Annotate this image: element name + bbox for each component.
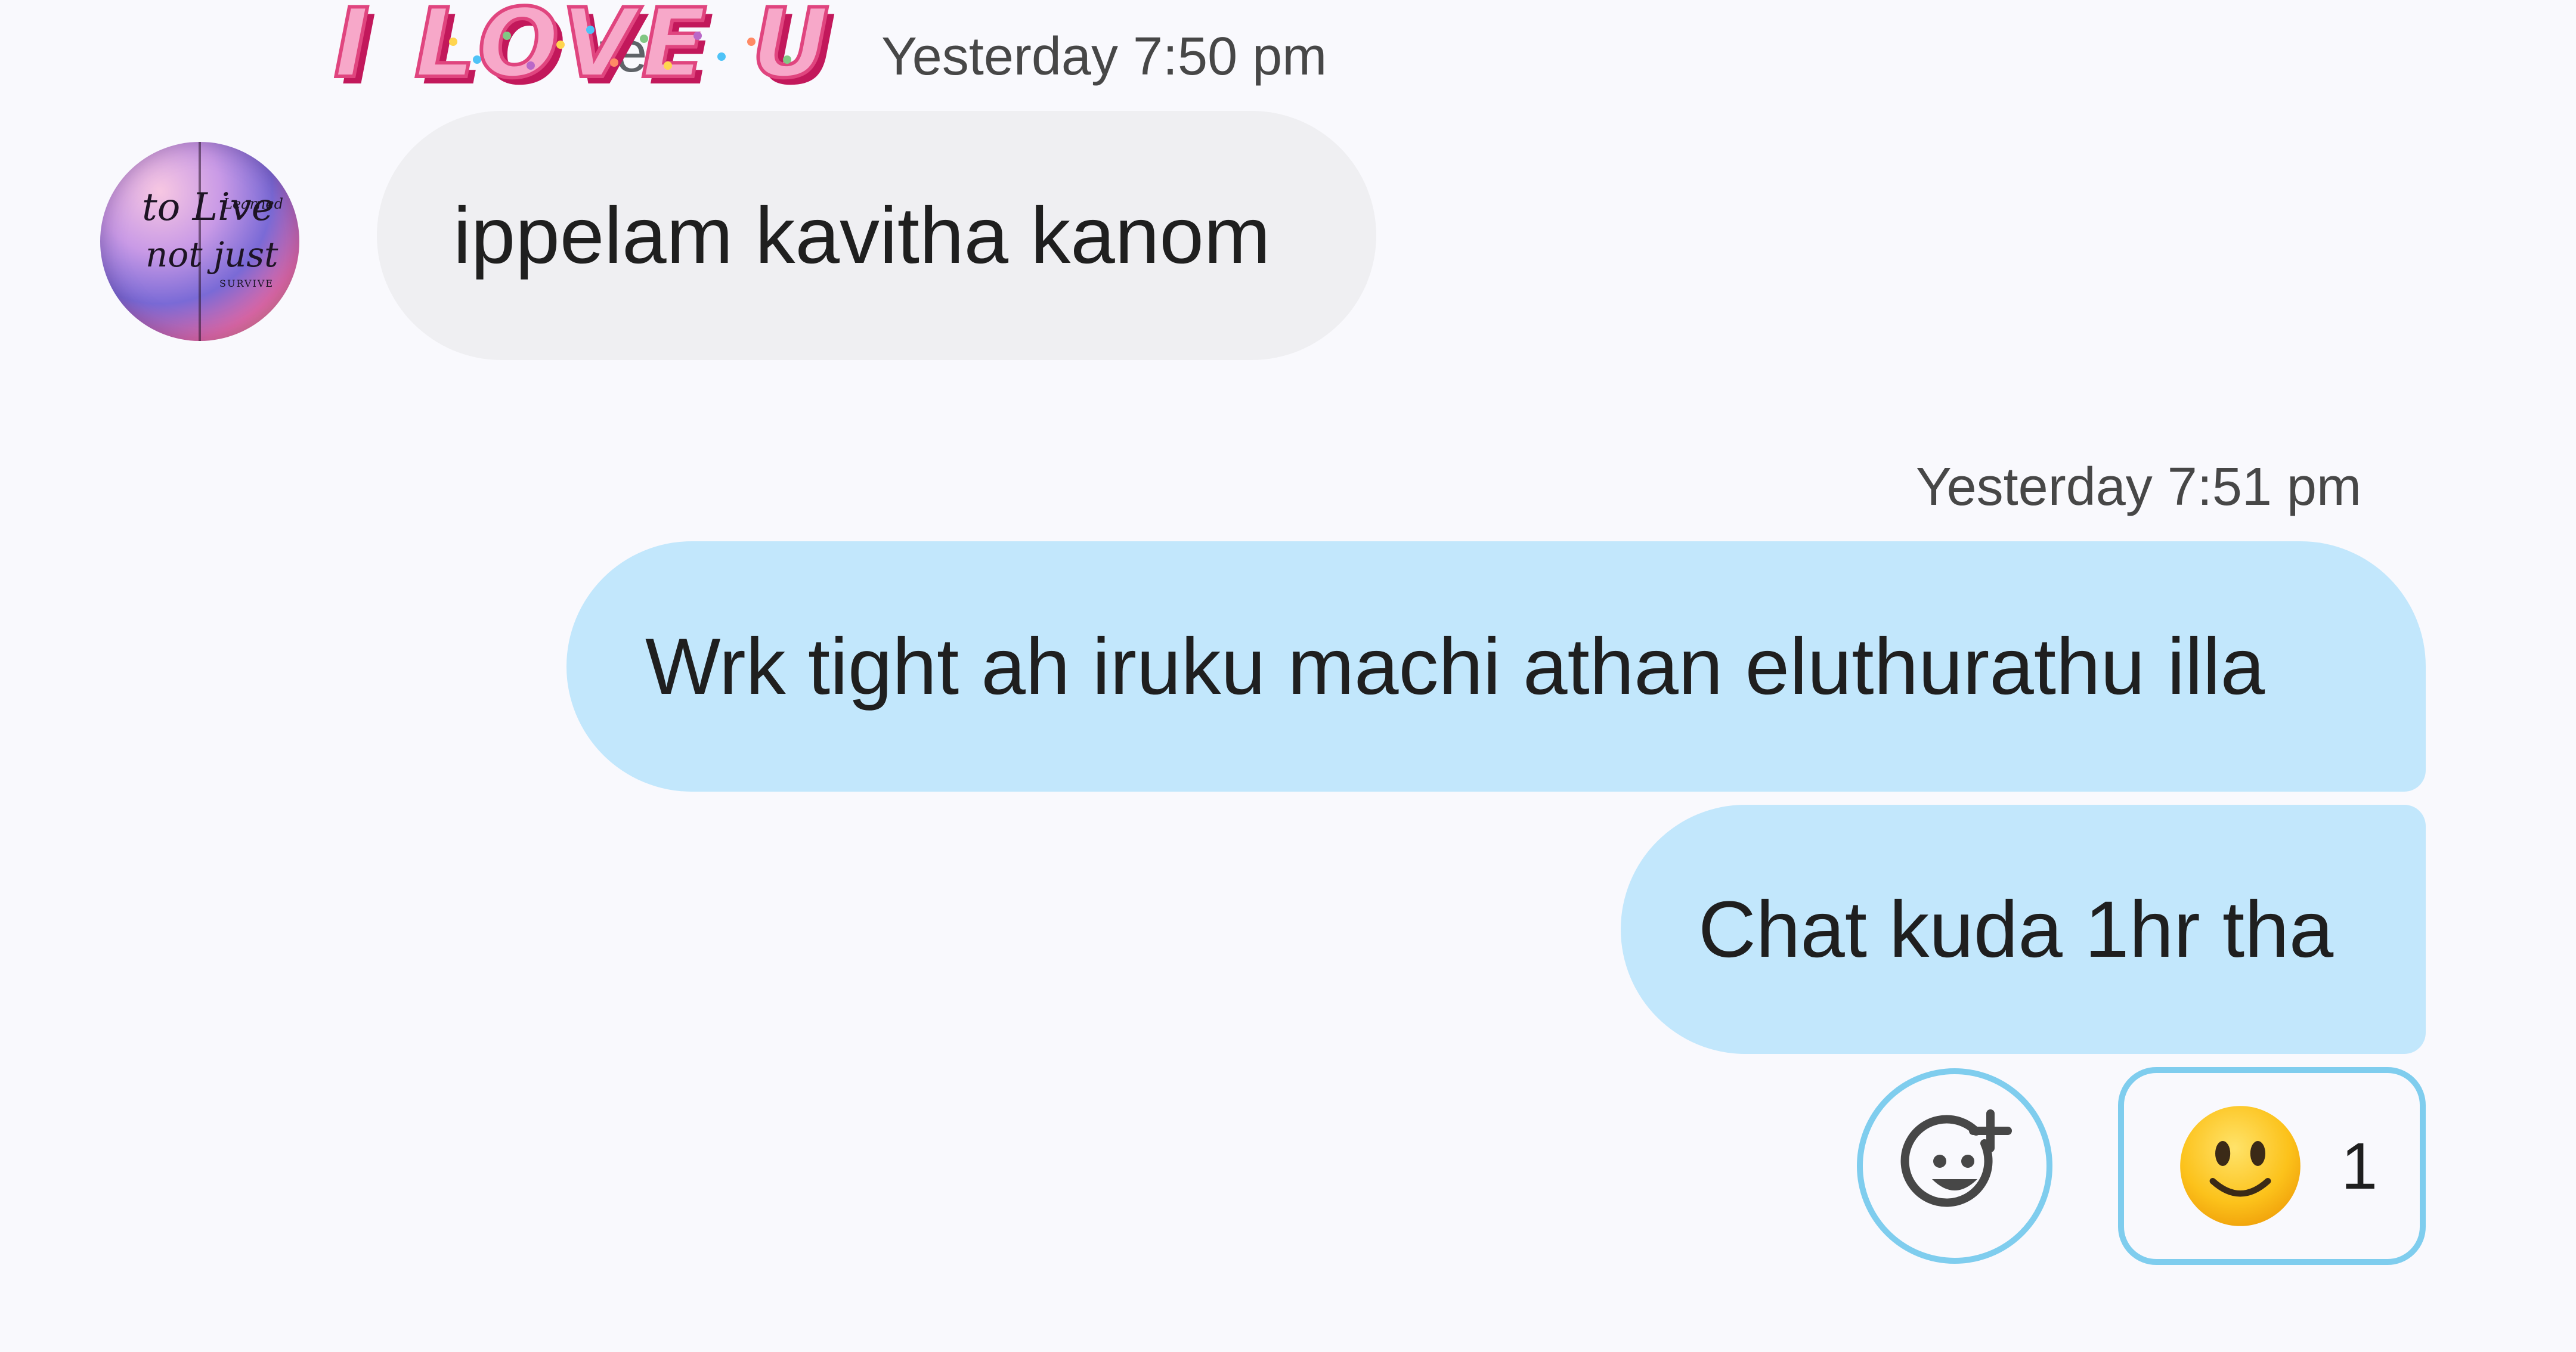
message-text: ippelam kavitha kanom [453, 191, 1271, 280]
sticker-text: I LOVE U [334, 0, 835, 99]
sender-avatar[interactable]: to Live not just Learned SURVIVE [100, 142, 299, 341]
message-text: Chat kuda 1hr tha [1698, 885, 2334, 974]
message-text: Wrk tight ah iruku machi athan eluthurat… [645, 622, 2265, 711]
add-reaction-icon [1900, 1109, 2012, 1207]
avatar-text: SURVIVE [219, 278, 274, 289]
reaction-chip[interactable]: 1 [2118, 1067, 2426, 1265]
incoming-message-bubble[interactable]: ippelam kavitha kanom [377, 111, 1376, 360]
reaction-count: 1 [2341, 1129, 2378, 1203]
avatar-text: not just [145, 234, 278, 275]
outgoing-timestamp: Yesterday 7:51 pm [1915, 457, 2361, 517]
slightly-smiling-face-icon [2180, 1106, 2301, 1226]
outgoing-message-bubble[interactable]: Wrk tight ah iruku machi athan eluthurat… [566, 541, 2426, 792]
i-love-u-sticker: I LOVE U I LOVE U [332, 0, 859, 107]
avatar-text: Learned [223, 196, 283, 212]
add-reaction-button[interactable] [1857, 1068, 2052, 1264]
incoming-timestamp: Yesterday 7:50 pm [881, 27, 1327, 86]
outgoing-message-bubble[interactable]: Chat kuda 1hr tha [1621, 805, 2426, 1054]
